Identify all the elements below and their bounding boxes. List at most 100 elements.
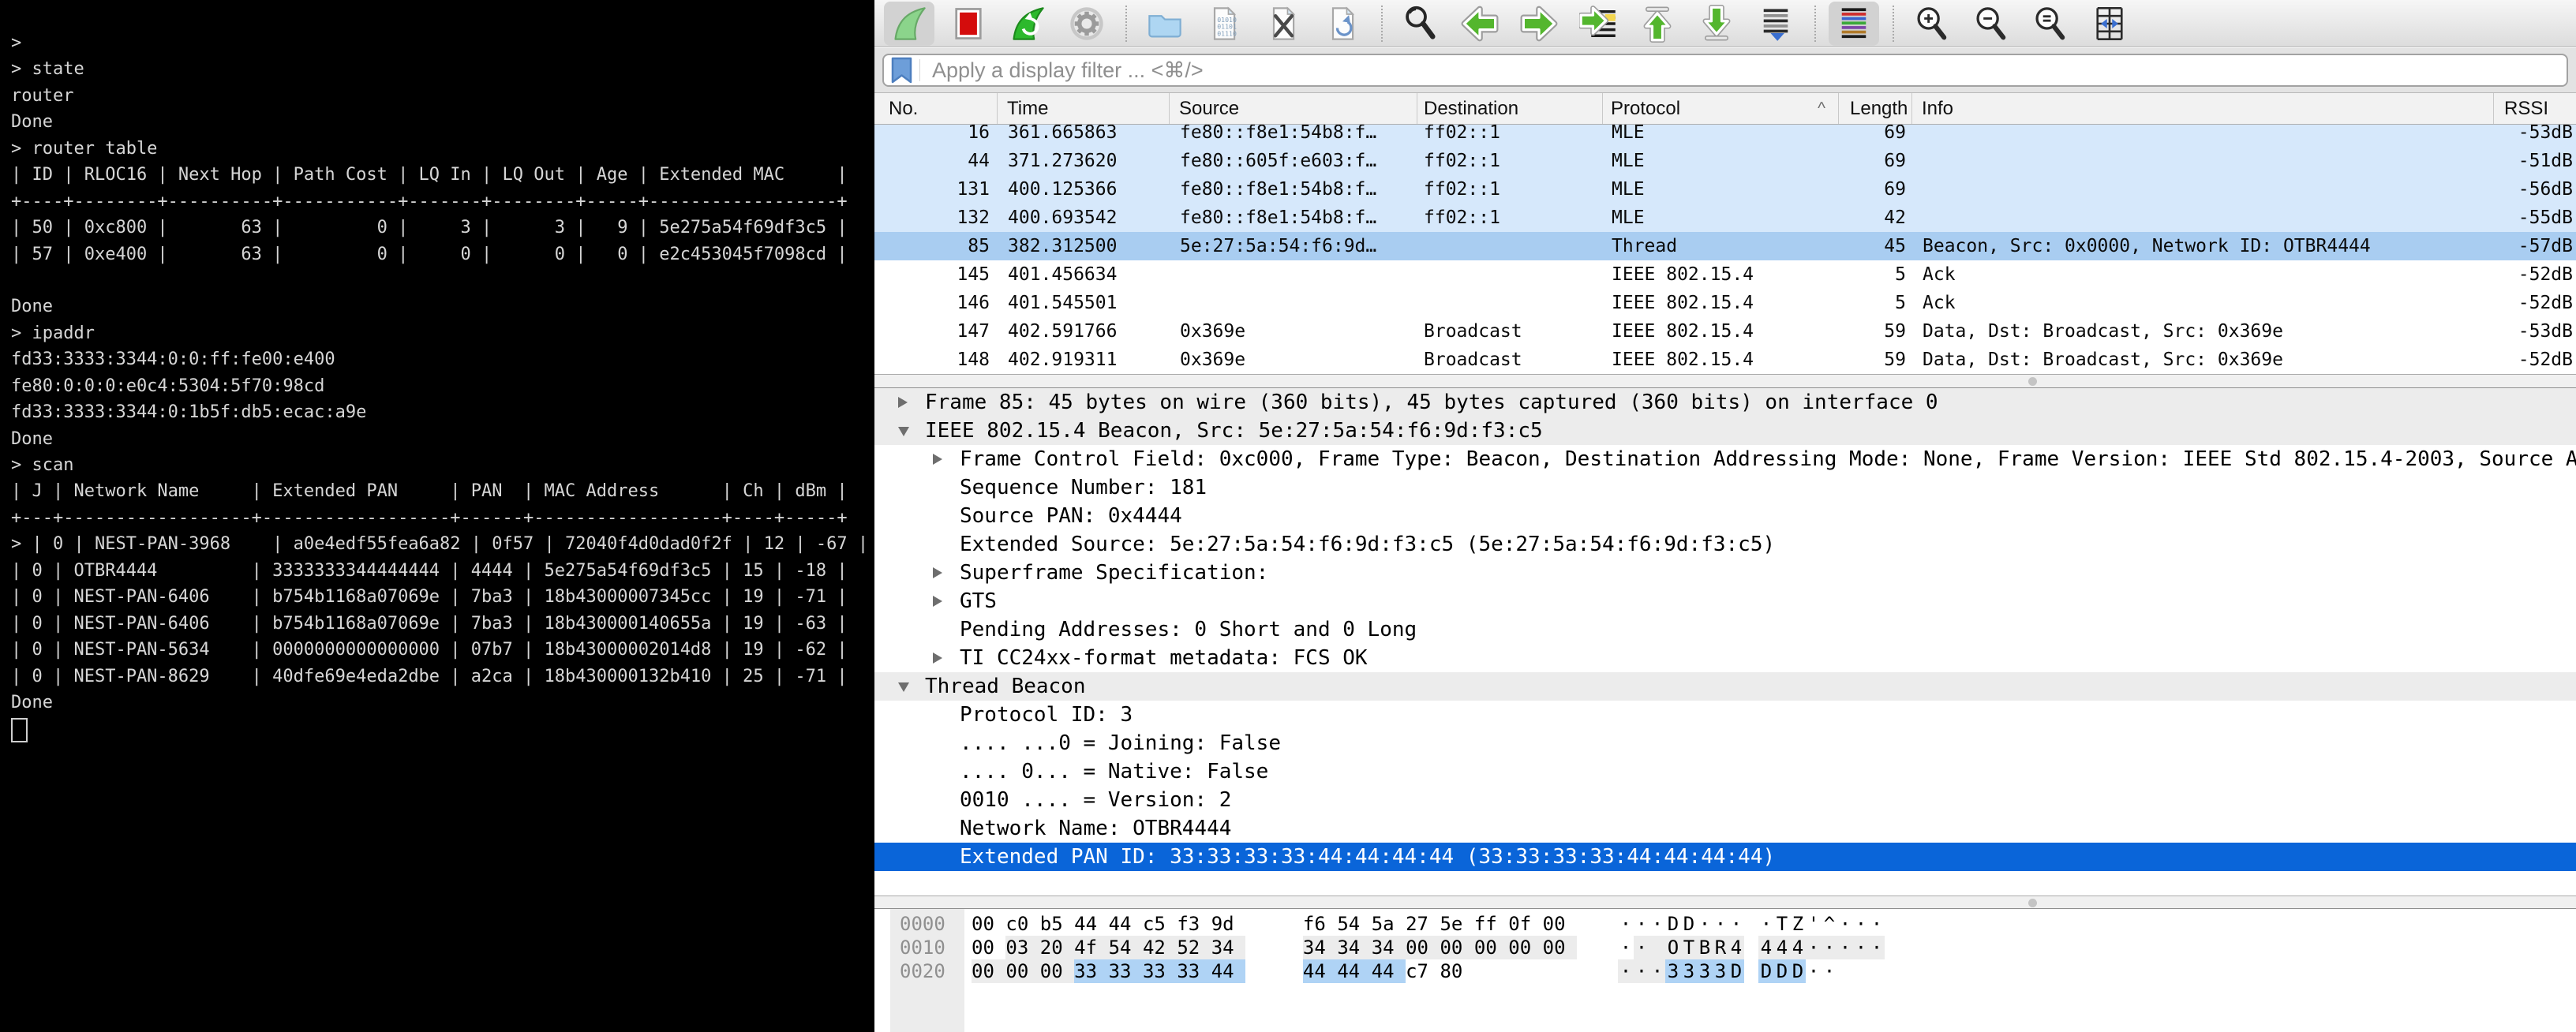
hex-row[interactable]: 00100003204f544252343434340000000000·· O…	[874, 936, 2576, 959]
ascii-char: D	[1758, 959, 1774, 983]
packet-row[interactable]: 148402.9193110x369eBroadcastIEEE 802.15.…	[874, 346, 2576, 374]
packet-cell-destination: ff02::1	[1417, 175, 1603, 204]
hex-ascii: ···DD····TZ'^···	[1618, 912, 1885, 936]
detail-row[interactable]: Protocol ID: 3	[874, 701, 2576, 729]
resize-columns-button[interactable]	[2084, 2, 2135, 46]
zoom-in-button[interactable]	[1907, 2, 1957, 46]
gear-icon	[1068, 5, 1106, 43]
go-forward-button[interactable]	[1514, 2, 1564, 46]
stop-capture-button[interactable]	[943, 2, 994, 46]
packet-list-splitter[interactable]	[874, 374, 2576, 388]
detail-row[interactable]: .... ...0 = Joining: False	[874, 729, 2576, 757]
hex-byte: 44	[1372, 959, 1406, 983]
packet-cell-time: 361.665863	[998, 125, 1170, 147]
detail-row[interactable]: Pending Addresses: 0 Short and 0 Long	[874, 615, 2576, 644]
column-header-time[interactable]: Time	[998, 93, 1170, 124]
hex-byte: 34	[1211, 936, 1245, 959]
packet-row[interactable]: 145401.456634IEEE 802.15.45Ack-52dB	[874, 260, 2576, 289]
detail-row[interactable]: Sequence Number: 181	[874, 473, 2576, 502]
column-header-rssi[interactable]: RSSI	[2494, 93, 2576, 124]
hex-byte: 33	[1143, 959, 1177, 983]
detail-row[interactable]: .... 0... = Native: False	[874, 757, 2576, 786]
collapsed-arrow-icon[interactable]	[933, 454, 942, 465]
detail-row[interactable]: 0010 .... = Version: 2	[874, 786, 2576, 814]
ascii-char: R	[1713, 936, 1728, 959]
hex-row[interactable]: 00200000003333333344444444c780···3333DDD…	[874, 959, 2576, 983]
detail-row[interactable]: TI CC24xx-format metadata: FCS OK	[874, 644, 2576, 672]
hex-byte: 00	[972, 936, 1005, 959]
detail-row[interactable]: GTS	[874, 587, 2576, 615]
go-to-last-button[interactable]	[1691, 2, 1742, 46]
detail-row[interactable]: Frame 85: 45 bytes on wire (360 bits), 4…	[874, 388, 2576, 417]
column-header-protocol[interactable]: Protocol^	[1603, 93, 1839, 124]
collapsed-arrow-icon[interactable]	[898, 397, 908, 408]
wireshark-window: 010100110101110 Apply a display filter .…	[874, 0, 2576, 1032]
terminal-line: Done	[11, 690, 874, 716]
display-filter-input[interactable]: Apply a display filter ... <⌘/>	[882, 54, 2568, 87]
hex-byte: 00	[1543, 936, 1577, 959]
detail-row[interactable]: Source PAN: 0x4444	[874, 502, 2576, 530]
column-header-info[interactable]: Info	[1912, 93, 2494, 124]
splitter-handle-icon	[2028, 899, 2037, 907]
stop-icon	[949, 5, 987, 43]
column-header-destination[interactable]: Destination	[1417, 93, 1603, 124]
hex-byte: c0	[1005, 912, 1039, 936]
packet-row[interactable]: 131400.125366fe80::f8e1:54b8:f…ff02::1ML…	[874, 175, 2576, 204]
expanded-arrow-icon[interactable]	[898, 682, 909, 692]
hex-byte: 33	[1074, 959, 1108, 983]
packet-row[interactable]: 16361.665863fe80::f8e1:54b8:f…ff02::1MLE…	[874, 125, 2576, 147]
expanded-arrow-icon[interactable]	[898, 427, 909, 436]
close-capture-button[interactable]	[1258, 2, 1309, 46]
zoom-reset-button[interactable]	[2025, 2, 2076, 46]
hex-byte: c7	[1406, 959, 1440, 983]
detail-row[interactable]: Network Name: OTBR4444	[874, 814, 2576, 843]
packet-row[interactable]: 132400.693542fe80::f8e1:54b8:f…ff02::1ML…	[874, 204, 2576, 232]
column-header-source[interactable]: Source	[1170, 93, 1417, 124]
go-to-first-button[interactable]	[1632, 2, 1683, 46]
reload-capture-button[interactable]	[1317, 2, 1368, 46]
packet-row[interactable]: 147402.5917660x369eBroadcastIEEE 802.15.…	[874, 317, 2576, 346]
packet-row[interactable]: 146401.545501IEEE 802.15.45Ack-52dB	[874, 289, 2576, 317]
bookmark-icon[interactable]	[891, 57, 912, 84]
detail-text: Source PAN: 0x4444	[874, 502, 2576, 530]
packet-row[interactable]: 85382.3125005e:27:5a:54:f6:9d…Thread45Be…	[874, 232, 2576, 260]
packet-row[interactable]: 44371.273620fe80::605f:e603:f…ff02::1MLE…	[874, 147, 2576, 175]
find-packet-button[interactable]	[1395, 2, 1446, 46]
detail-row[interactable]: IEEE 802.15.4 Beacon, Src: 5e:27:5a:54:f…	[874, 417, 2576, 445]
hex-byte: 44	[1211, 959, 1245, 983]
hex-row[interactable]: 000000c0b54444c5f39df6545a275eff0f00···D…	[874, 912, 2576, 936]
packet-cell-time: 402.591766	[998, 317, 1170, 346]
zoom-reset-icon	[2031, 5, 2069, 43]
terminal-line: Done	[11, 109, 874, 135]
capture-options-button[interactable]	[1061, 2, 1112, 46]
detail-row[interactable]: Frame Control Field: 0xc000, Frame Type:…	[874, 445, 2576, 473]
auto-scroll-button[interactable]	[1750, 2, 1801, 46]
terminal-pane[interactable]: >> staterouterDone> router table| ID | R…	[0, 0, 874, 1032]
save-capture-button[interactable]: 010100110101110	[1199, 2, 1249, 46]
packet-cell-info	[1912, 175, 2494, 204]
zoom-out-button[interactable]	[1966, 2, 2016, 46]
collapsed-arrow-icon[interactable]	[933, 652, 942, 664]
detail-row[interactable]: Extended Source: 5e:27:5a:54:f6:9d:f3:c5…	[874, 530, 2576, 559]
ascii-char: T	[1681, 936, 1697, 959]
column-header-no[interactable]: No.	[874, 93, 998, 124]
column-header-length[interactable]: Length	[1839, 93, 1912, 124]
open-capture-button[interactable]	[1140, 2, 1190, 46]
detail-row[interactable]: Superframe Specification:	[874, 559, 2576, 587]
detail-row[interactable]: Extended PAN ID: 33:33:33:33:44:44:44:44…	[874, 843, 2576, 871]
packet-cell-time: 401.456634	[998, 260, 1170, 289]
restart-capture-button[interactable]	[1002, 2, 1053, 46]
detail-text: Network Name: OTBR4444	[874, 814, 2576, 843]
go-to-packet-button[interactable]	[1573, 2, 1623, 46]
collapsed-arrow-icon[interactable]	[933, 596, 942, 607]
go-back-button[interactable]	[1455, 2, 1505, 46]
arrow-up-bar-icon	[1638, 5, 1676, 43]
start-capture-button[interactable]	[884, 2, 934, 46]
details-splitter[interactable]	[874, 896, 2576, 909]
ascii-char: T	[1774, 912, 1790, 936]
hex-bytes: 0003204f544252343434340000000000	[972, 936, 1577, 959]
detail-row[interactable]: Thread Beacon	[874, 672, 2576, 701]
splitter-handle-icon	[2028, 377, 2037, 386]
colorize-packets-button[interactable]	[1829, 2, 1879, 46]
collapsed-arrow-icon[interactable]	[933, 567, 942, 578]
